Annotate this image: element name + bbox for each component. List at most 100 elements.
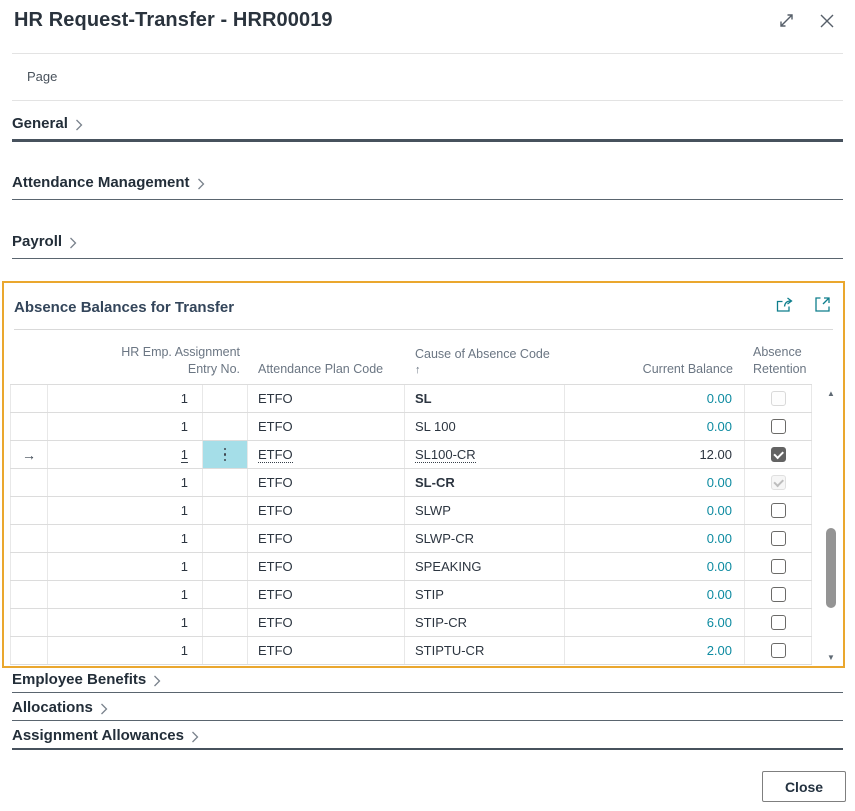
current-balance-value[interactable]: 0.00	[707, 587, 732, 602]
plan-code-cell[interactable]: ETFO	[248, 441, 405, 468]
table-row[interactable]: 1 ETFOSL 100 0.00	[10, 413, 812, 441]
entry-no-cell[interactable]: 1	[48, 497, 203, 524]
close-dialog-button[interactable]	[819, 12, 835, 34]
close-icon	[819, 13, 835, 34]
retention-cell	[745, 413, 812, 440]
current-balance-cell[interactable]: 0.00	[565, 525, 745, 552]
scroll-up-icon[interactable]: ▲	[824, 389, 838, 399]
entry-no-cell[interactable]: 1	[48, 609, 203, 636]
absence-balances-panel: Absence Balances for Transfer	[2, 281, 845, 668]
table-row[interactable]: 1 ETFO STIPTU-CR 2.00	[10, 637, 812, 665]
row-indicator-cell	[10, 385, 48, 412]
entry-no-value: 1	[181, 643, 188, 658]
current-balance-cell[interactable]: 12.00	[565, 441, 745, 468]
entry-no-cell[interactable]: 1	[48, 553, 203, 580]
divider	[12, 100, 843, 101]
cause-code-cell[interactable]: STIP-CR	[405, 609, 565, 636]
scroll-down-icon[interactable]: ▼	[824, 653, 838, 663]
table-row[interactable]: 1 ETFOSTIP 0.00	[10, 581, 812, 609]
column-header-current-balance[interactable]: Current Balance	[565, 334, 745, 384]
row-menu-button[interactable]	[203, 441, 248, 468]
entry-no-cell[interactable]: 1	[48, 525, 203, 552]
current-balance-cell[interactable]: 0.00	[565, 469, 745, 496]
current-balance-value[interactable]: 6.00	[707, 615, 732, 630]
menu-tab-page[interactable]: Page	[27, 69, 57, 84]
current-balance-cell[interactable]: 0.00	[565, 385, 745, 412]
plan-code-value: ETFO	[258, 643, 293, 658]
plan-code-cell[interactable]: ETFO	[248, 553, 405, 580]
current-balance-cell[interactable]: 0.00	[565, 413, 745, 440]
plan-code-cell[interactable]: ETFO	[248, 385, 405, 412]
cause-code-cell[interactable]: STIP	[405, 581, 565, 608]
column-header-cause-code[interactable]: Cause of Absence Code ↑	[405, 334, 565, 384]
entry-no-cell[interactable]: 1	[48, 637, 203, 664]
plan-code-cell[interactable]: ETFO	[248, 497, 405, 524]
section-header-assignment-allowances[interactable]: Assignment Allowances	[12, 727, 199, 744]
retention-checkbox[interactable]	[771, 559, 786, 574]
scrollbar-thumb[interactable]	[826, 528, 836, 608]
section-header-payroll[interactable]: Payroll	[12, 233, 77, 250]
current-balance-cell[interactable]: 6.00	[565, 609, 745, 636]
share-button[interactable]	[776, 296, 795, 318]
current-balance-value[interactable]: 0.00	[707, 391, 732, 406]
current-balance-value[interactable]: 0.00	[707, 559, 732, 574]
expand-dialog-button[interactable]	[778, 12, 795, 34]
plan-code-cell[interactable]: ETFO	[248, 525, 405, 552]
entry-no-cell[interactable]: 1	[48, 581, 203, 608]
section-header-employee-benefits[interactable]: Employee Benefits	[12, 671, 161, 688]
column-header-entry-no[interactable]: HR Emp. Assignment Entry No.	[48, 334, 248, 384]
table-row[interactable]: 1 ETFOSL-CR 0.00	[10, 469, 812, 497]
column-header-absence-retention[interactable]: Absence Retention	[745, 334, 812, 384]
current-balance-value[interactable]: 2.00	[707, 643, 732, 658]
close-button[interactable]: Close	[762, 771, 846, 802]
cause-code-cell[interactable]: SL100-CR	[405, 441, 565, 468]
cause-code-cell[interactable]: SPEAKING	[405, 553, 565, 580]
section-header-allocations[interactable]: Allocations	[12, 699, 108, 716]
section-header-attendance-management[interactable]: Attendance Management	[12, 174, 205, 191]
retention-checkbox[interactable]	[771, 447, 786, 462]
cause-code-cell[interactable]: SL	[405, 385, 565, 412]
cause-code-cell[interactable]: SLWP-CR	[405, 525, 565, 552]
vertical-scrollbar[interactable]: ▲ ▼	[824, 385, 838, 665]
table-row[interactable]: 1 ETFOSL 0.00	[10, 385, 812, 413]
row-menu-cell	[203, 637, 248, 664]
current-balance-value[interactable]: 0.00	[707, 531, 732, 546]
plan-code-cell[interactable]: ETFO	[248, 469, 405, 496]
retention-checkbox[interactable]	[771, 643, 786, 658]
current-balance-value[interactable]: 0.00	[707, 503, 732, 518]
row-menu-cell	[203, 385, 248, 412]
current-balance-cell[interactable]: 0.00	[565, 581, 745, 608]
table-row[interactable]: 1 ETFOSTIP-CR 6.00	[10, 609, 812, 637]
table-row[interactable]: 1 ETFOSLWP 0.00	[10, 497, 812, 525]
retention-checkbox[interactable]	[771, 587, 786, 602]
plan-code-cell[interactable]: ETFO	[248, 581, 405, 608]
cause-code-cell[interactable]: SL-CR	[405, 469, 565, 496]
table-row[interactable]: →1ETFOSL100-CR12.00	[10, 441, 812, 469]
plan-code-cell[interactable]: ETFO	[248, 637, 405, 664]
entry-no-cell[interactable]: 1	[48, 385, 203, 412]
entry-no-cell[interactable]: 1	[48, 441, 203, 468]
current-balance-cell[interactable]: 0.00	[565, 497, 745, 524]
current-balance-cell[interactable]: 0.00	[565, 553, 745, 580]
retention-checkbox[interactable]	[771, 503, 786, 518]
current-balance-value[interactable]: 0.00	[707, 475, 732, 490]
entry-no-cell[interactable]: 1	[48, 469, 203, 496]
retention-checkbox[interactable]	[771, 615, 786, 630]
retention-checkbox[interactable]	[771, 419, 786, 434]
entry-no-cell[interactable]: 1	[48, 413, 203, 440]
entry-no-value: 1	[181, 419, 188, 434]
plan-code-cell[interactable]: ETFO	[248, 609, 405, 636]
cause-code-cell[interactable]: STIPTU-CR	[405, 637, 565, 664]
section-header-general[interactable]: General	[12, 115, 83, 132]
chevron-right-icon	[100, 703, 108, 715]
column-header-plan-code[interactable]: Attendance Plan Code	[248, 334, 405, 384]
popout-button[interactable]	[814, 296, 831, 318]
plan-code-cell[interactable]: ETFO	[248, 413, 405, 440]
current-balance-cell[interactable]: 2.00	[565, 637, 745, 664]
table-row[interactable]: 1 ETFOSLWP-CR 0.00	[10, 525, 812, 553]
table-row[interactable]: 1 ETFOSPEAKING 0.00	[10, 553, 812, 581]
current-balance-value[interactable]: 0.00	[707, 419, 732, 434]
retention-checkbox[interactable]	[771, 531, 786, 546]
cause-code-cell[interactable]: SL 100	[405, 413, 565, 440]
cause-code-cell[interactable]: SLWP	[405, 497, 565, 524]
